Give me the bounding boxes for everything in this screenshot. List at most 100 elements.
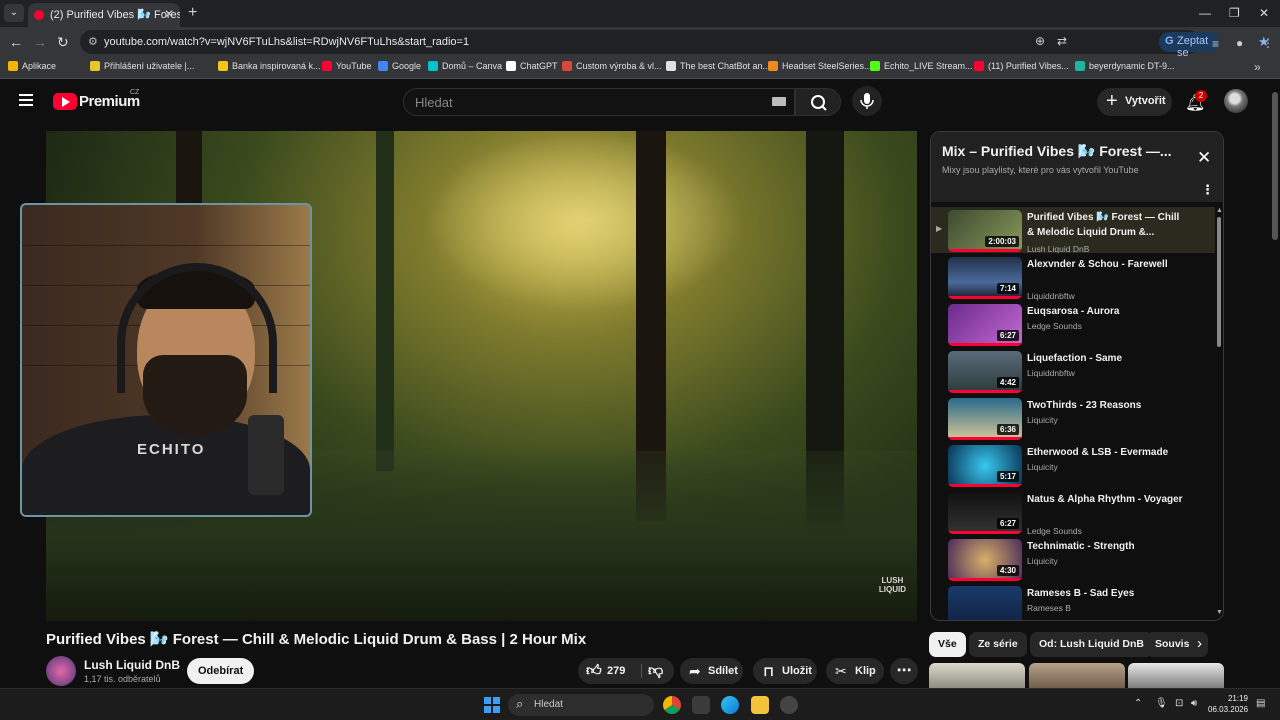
- bookmark-item[interactable]: The best ChatBot an...: [666, 61, 770, 71]
- back-icon[interactable]: ←: [9, 34, 23, 50]
- close-icon[interactable]: ✕: [1197, 148, 1211, 168]
- more-actions-icon[interactable]: ⋯: [890, 658, 918, 684]
- bookmark-item[interactable]: YouTube: [322, 61, 371, 71]
- playlist-scrollbar[interactable]: ▲ ▼: [1215, 207, 1223, 619]
- bookmark-item[interactable]: Google: [378, 61, 421, 71]
- page-scroll-thumb[interactable]: [1272, 92, 1278, 240]
- url-input[interactable]: ⚙ youtube.com/watch?v=wjNV6FTuLhs&list=R…: [80, 30, 1270, 71]
- chrome-menu-icon[interactable]: ⋮: [1262, 36, 1274, 50]
- bookmark-item[interactable]: Domů – Canva: [428, 61, 502, 71]
- voice-search-button[interactable]: [852, 86, 882, 116]
- playlist-item-channel[interactable]: Liquiddnbftw: [1027, 368, 1075, 378]
- restore-icon[interactable]: ❐: [1229, 6, 1240, 20]
- browser-tab-active[interactable]: (2) Purified Vibes 🌬️ Forest — ✕: [28, 3, 180, 27]
- more-bookmarks-icon[interactable]: »: [1254, 60, 1261, 74]
- playlist-thumbnail[interactable]: 5:17: [948, 445, 1022, 487]
- bookmark-item[interactable]: Headset SteelSeries...: [768, 61, 872, 71]
- bookmark-item[interactable]: Banka inspirovaná k...: [218, 61, 321, 71]
- playlist-thumbnail[interactable]: 4:30: [948, 539, 1022, 581]
- related-thumbnail[interactable]: [1128, 663, 1224, 689]
- subscribe-button[interactable]: Odebírat: [187, 658, 255, 684]
- bookmark-item[interactable]: Echito_LIVE Stream...: [870, 61, 973, 71]
- close-tab-icon[interactable]: ✕: [164, 7, 174, 21]
- playlist-item[interactable]: 4:30 Technimatic - Strength Liquicity: [931, 536, 1215, 582]
- playlist-item-title[interactable]: Purified Vibes 🌬️ Forest — Chill & Melod…: [1027, 210, 1189, 240]
- playlist-item-title[interactable]: Alexvnder & Schou - Farewell: [1027, 257, 1189, 272]
- tray-expand-icon[interactable]: ⌃: [1134, 698, 1142, 709]
- playlist-item-title[interactable]: Etherwood & LSB - Evermade: [1027, 445, 1189, 460]
- clip-button[interactable]: ✂ Klip: [826, 658, 884, 684]
- share-button[interactable]: ➦ Sdílet: [680, 658, 743, 684]
- channel-name[interactable]: Lush Liquid DnB: [84, 658, 180, 672]
- network-icon[interactable]: ⊡: [1175, 698, 1183, 709]
- playlist-thumbnail[interactable]: 7:14: [948, 257, 1022, 299]
- chevron-right-icon[interactable]: ›: [1197, 635, 1202, 652]
- new-tab-icon[interactable]: +: [188, 4, 197, 22]
- related-thumbnail[interactable]: [1029, 663, 1125, 689]
- minimize-icon[interactable]: —: [1199, 6, 1211, 20]
- playlist-item-title[interactable]: Technimatic - Strength: [1027, 539, 1189, 554]
- like-count[interactable]: 279: [607, 658, 625, 684]
- playlist-item[interactable]: 6:36 TwoThirds - 23 Reasons Liquicity: [931, 395, 1215, 441]
- system-clock[interactable]: 21:19 06.03.2026: [1208, 693, 1248, 715]
- notification-center-icon[interactable]: ▤: [1256, 698, 1265, 709]
- dislike-icon[interactable]: 👎︎: [648, 658, 663, 684]
- playlist-thumbnail[interactable]: [948, 586, 1022, 620]
- playlist-scroll-thumb[interactable]: [1217, 217, 1221, 347]
- search-button[interactable]: [795, 88, 841, 116]
- forward-icon[interactable]: →: [33, 34, 47, 50]
- playlist-item[interactable]: 6:27 Euqsarosa - Aurora Ledge Sounds: [931, 301, 1215, 347]
- playlist-item-title[interactable]: Rameses B - Sad Eyes: [1027, 586, 1189, 601]
- playlist-item[interactable]: 5:17 Etherwood & LSB - Evermade Liquicity: [931, 442, 1215, 488]
- playlist-item[interactable]: 7:14 Alexvnder & Schou - Farewell Liquiddn…: [931, 254, 1215, 301]
- bookmark-item[interactable]: ChatGPT: [506, 61, 558, 71]
- scroll-up-icon[interactable]: ▲: [1216, 207, 1223, 214]
- playlist-item-channel[interactable]: Ledge Sounds: [1027, 526, 1082, 536]
- bookmark-item[interactable]: Aplikace: [8, 61, 56, 71]
- filter-chip[interactable]: Od: Lush Liquid DnB: [1030, 632, 1153, 657]
- like-icon[interactable]: 👍︎: [586, 658, 602, 684]
- site-info-icon[interactable]: ⚙: [88, 35, 98, 48]
- playlist-item-channel[interactable]: Liquicity: [1027, 556, 1058, 566]
- playlist-more-icon[interactable]: ⋮: [1201, 182, 1214, 198]
- playlist-item[interactable]: ▶ 2:00:03 Purified Vibes 🌬️ Forest — Chill…: [931, 207, 1215, 254]
- playlist-item-title[interactable]: Euqsarosa - Aurora: [1027, 304, 1189, 319]
- create-button[interactable]: Vytvořit: [1097, 88, 1172, 116]
- playlist-thumbnail[interactable]: 6:27: [948, 304, 1022, 346]
- scroll-down-icon[interactable]: ▼: [1216, 609, 1223, 616]
- bookmark-item[interactable]: (11) Purified Vibes...: [974, 61, 1069, 71]
- playlist-item-channel[interactable]: Liquicity: [1027, 415, 1058, 425]
- page-scrollbar[interactable]: [1270, 80, 1280, 688]
- tab-search-button[interactable]: ⌄: [4, 4, 24, 22]
- playlist-thumbnail[interactable]: 2:00:03: [948, 210, 1022, 252]
- app-with-notification-icon[interactable]: [780, 696, 798, 714]
- playlist-item[interactable]: 6:27 Natus & Alpha Rhythm - Voyager Ledge …: [931, 489, 1215, 536]
- store-app-icon[interactable]: [692, 696, 710, 714]
- playlist-thumbnail[interactable]: 6:36: [948, 398, 1022, 440]
- playlist-item-channel[interactable]: Lush Liquid DnB: [1027, 244, 1089, 254]
- playlist-item-title[interactable]: Natus & Alpha Rhythm - Voyager: [1027, 492, 1189, 507]
- chrome-app-icon[interactable]: [663, 696, 681, 714]
- bookmark-item[interactable]: beyerdynamic DT-9...: [1075, 61, 1175, 71]
- search-input[interactable]: Hledat: [403, 88, 795, 116]
- window-close-icon[interactable]: ✕: [1259, 6, 1269, 20]
- playlist-thumbnail[interactable]: 6:27: [948, 492, 1022, 534]
- reload-icon[interactable]: ↻: [57, 34, 69, 51]
- reading-list-icon[interactable]: ≡: [1212, 37, 1219, 51]
- volume-icon[interactable]: 🔊︎: [1191, 698, 1197, 709]
- playlist-thumbnail[interactable]: 4:42: [948, 351, 1022, 393]
- bookmark-item[interactable]: Přihlášení uživatele |...: [90, 61, 194, 71]
- save-button[interactable]: ⊓ Uložit: [753, 658, 817, 684]
- translate-icon[interactable]: ⇄: [1057, 34, 1067, 48]
- account-avatar[interactable]: [1224, 89, 1248, 113]
- menu-icon[interactable]: [19, 94, 33, 106]
- bookmark-item[interactable]: Custom výroba & vl...: [562, 61, 662, 71]
- windows-start-icon[interactable]: [484, 697, 500, 713]
- taskbar-search-input[interactable]: Hledat: [508, 694, 654, 716]
- playlist-item-channel[interactable]: Liquicity: [1027, 462, 1058, 472]
- keyboard-icon[interactable]: [772, 97, 786, 106]
- channel-avatar[interactable]: [46, 656, 76, 686]
- filter-chip[interactable]: Ze série: [969, 632, 1027, 657]
- playlist-item[interactable]: 4:42 Liquefaction - Same Liquiddnbftw: [931, 348, 1215, 394]
- microphone-tray-icon[interactable]: 🎙︎: [1155, 698, 1168, 709]
